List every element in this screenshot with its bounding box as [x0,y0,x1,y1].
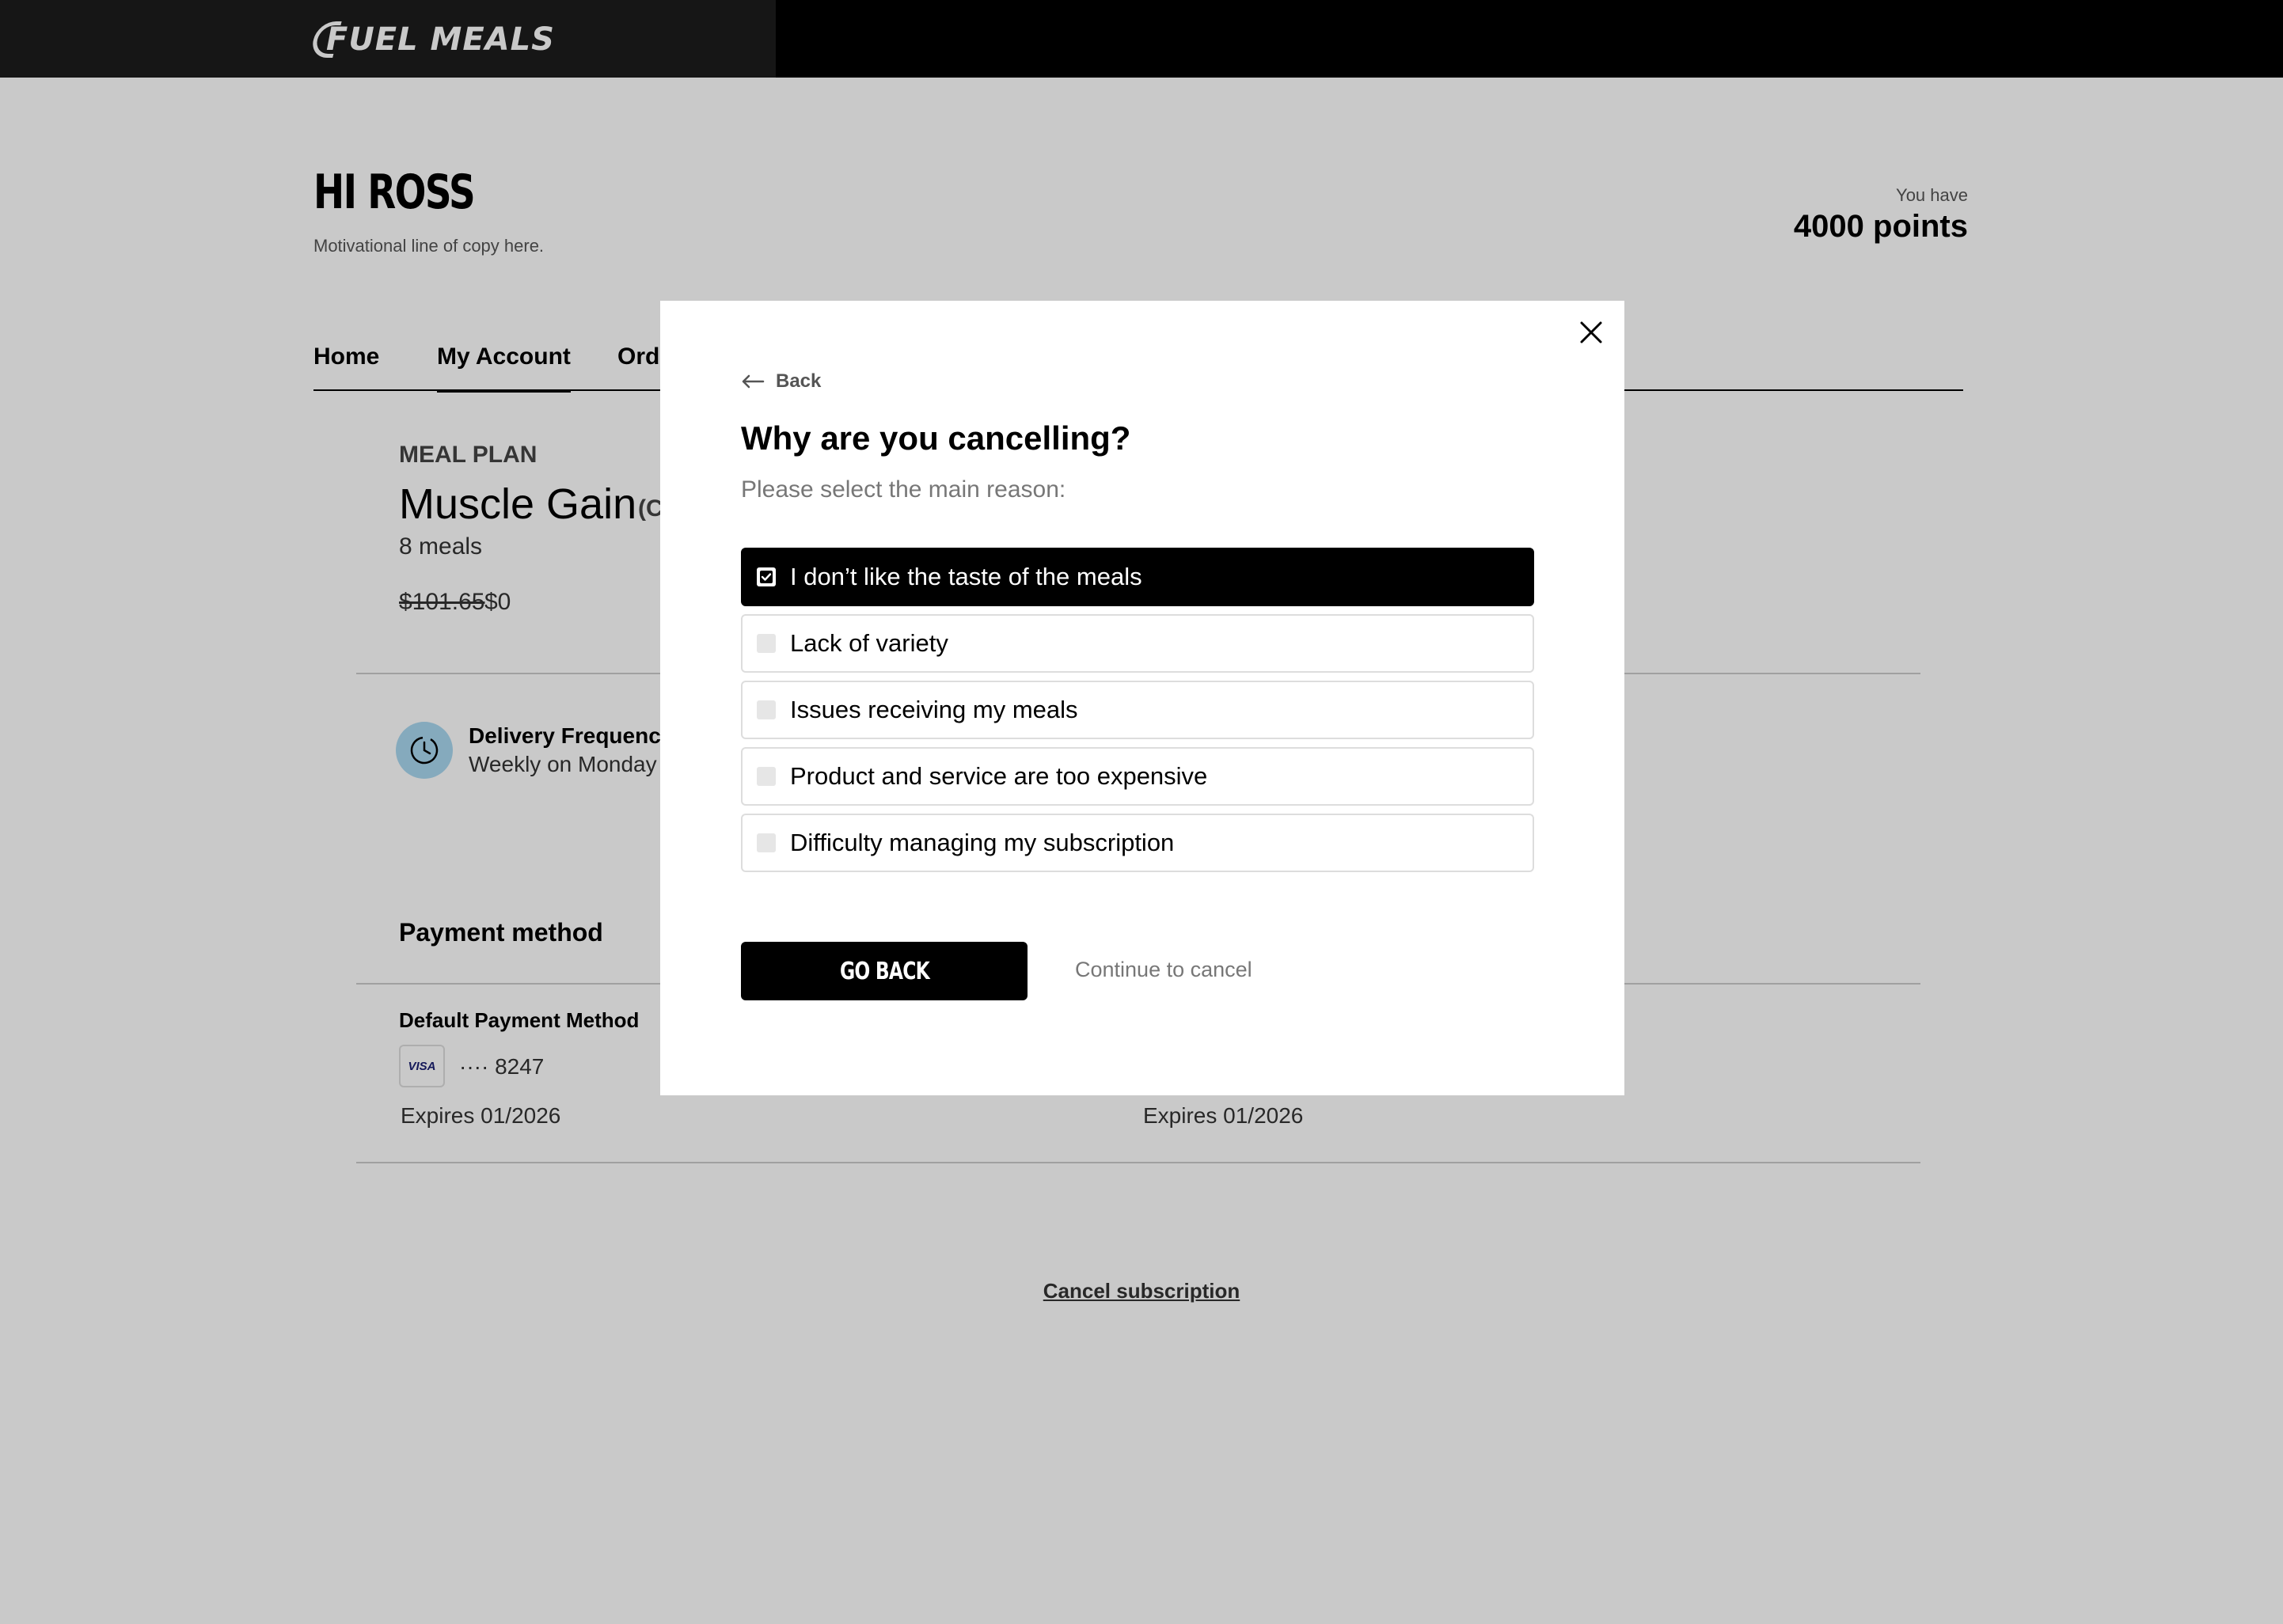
reason-label: Product and service are too expensive [790,762,1208,790]
go-back-label: GO BACK [839,957,929,985]
reason-option-variety[interactable]: Lack of variety [741,614,1534,673]
back-button[interactable]: Back [741,370,821,393]
continue-to-cancel-link[interactable]: Continue to cancel [1075,958,1252,982]
modal-subtitle: Please select the main reason: [741,476,1066,503]
arrow-left-icon [742,374,765,389]
modal-title: Why are you cancelling? [741,419,1131,457]
checkbox-icon[interactable] [757,700,776,719]
checkbox-icon[interactable] [757,833,776,852]
checkbox-checked-icon[interactable] [757,567,776,586]
reason-label: Issues receiving my meals [790,696,1078,723]
reason-option-managing[interactable]: Difficulty managing my subscription [741,814,1534,872]
reason-option-expensive[interactable]: Product and service are too expensive [741,747,1534,806]
back-label: Back [776,370,822,392]
checkbox-icon[interactable] [757,767,776,786]
cancel-reason-modal: Back Why are you cancelling? Please sele… [660,301,1624,1095]
reason-label: Lack of variety [790,629,948,657]
reason-options: I don’t like the taste of the meals Lack… [741,548,1534,880]
reason-label: Difficulty managing my subscription [790,829,1175,856]
go-back-button[interactable]: GO BACK [741,942,1028,1000]
reason-option-taste[interactable]: I don’t like the taste of the meals [741,548,1534,606]
reason-option-receiving[interactable]: Issues receiving my meals [741,681,1534,739]
reason-label: I don’t like the taste of the meals [790,563,1142,590]
checkbox-icon[interactable] [757,634,776,653]
close-icon[interactable] [1574,315,1609,350]
